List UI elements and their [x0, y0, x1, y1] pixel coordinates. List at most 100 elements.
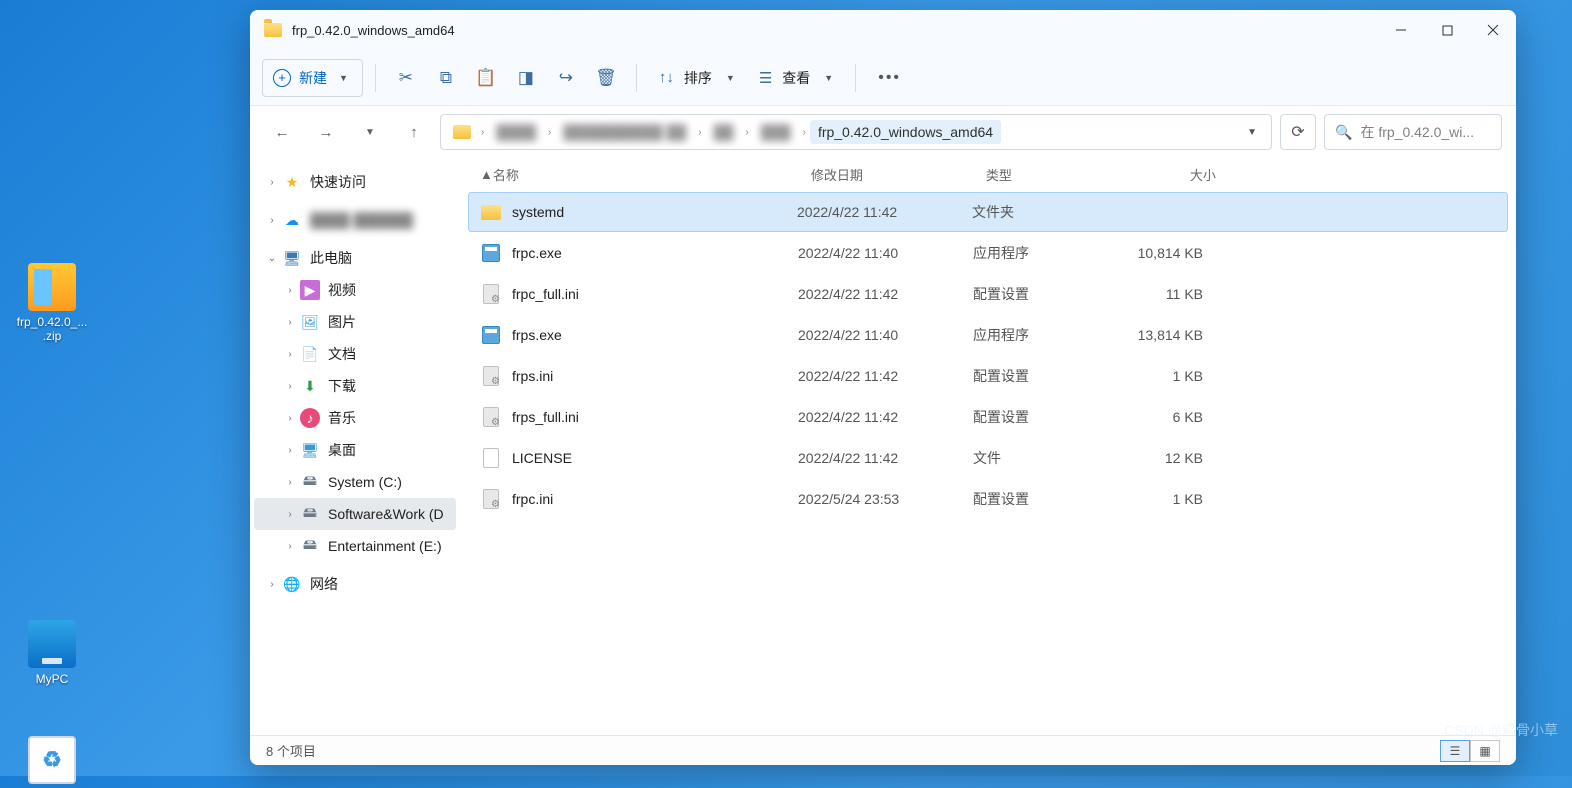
file-date: 2022/4/22 11:40 [798, 327, 973, 343]
copy-icon: ⧉ [440, 68, 452, 88]
chevron-right-icon: › [282, 477, 298, 488]
sidebar-item-drive-e[interactable]: › 🖴 Entertainment (E:) [254, 530, 456, 562]
sidebar-item-onedrive[interactable]: › ☁ ████ ██████ [254, 204, 456, 236]
search-placeholder: 在 frp_0.42.0_wi... [1360, 122, 1474, 142]
paste-button[interactable]: 📋 [468, 59, 504, 97]
clipboard-icon: 📋 [475, 68, 496, 88]
ellipsis-icon: ••• [878, 69, 901, 87]
window-title: frp_0.42.0_windows_amd64 [292, 23, 455, 38]
chevron-down-icon: ▼ [824, 73, 833, 83]
titlebar[interactable]: frp_0.42.0_windows_amd64 [250, 10, 1516, 50]
toolbar: + 新建 ▼ ✂ ⧉ 📋 ◨ ↪ 🗑 ↑↓ 排序 ▼ ☰ 查看 ▼ ••• [250, 50, 1516, 106]
chevron-right-icon: › [282, 541, 298, 552]
drive-icon: 🖴 [300, 472, 320, 492]
file-name: frps_full.ini [512, 409, 798, 425]
rename-button[interactable]: ◨ [508, 59, 544, 97]
file-type-icon [480, 242, 502, 264]
sidebar-label: 视频 [328, 280, 356, 300]
desktop-icon-label: MyPC [12, 672, 92, 686]
file-size: 11 KB [1123, 286, 1223, 302]
file-size: 12 KB [1123, 450, 1223, 466]
file-type-icon [480, 201, 502, 223]
sidebar-item-drive-c[interactable]: › 🖴 System (C:) [254, 466, 456, 498]
file-row[interactable]: systemd2022/4/22 11:42文件夹 [468, 192, 1508, 232]
chevron-right-icon: › [282, 285, 298, 296]
file-date: 2022/4/22 11:42 [798, 450, 973, 466]
tiles-view-button[interactable]: ▦ [1470, 740, 1500, 762]
breadcrumb-segment[interactable]: ██████████ ██ [555, 120, 694, 144]
sidebar-item-network[interactable]: › 🌐 网络 [254, 568, 456, 600]
refresh-button[interactable]: ⟳ [1280, 114, 1316, 150]
desktop-icon-recycle[interactable]: ♻ [12, 736, 92, 788]
rename-icon: ◨ [518, 68, 534, 88]
view-button[interactable]: ☰ 查看 ▼ [749, 59, 843, 97]
chevron-right-icon: › [264, 579, 280, 590]
file-name: frpc_full.ini [512, 286, 798, 302]
cut-button[interactable]: ✂ [388, 59, 424, 97]
breadcrumb-segment[interactable]: ████ [488, 120, 544, 144]
chevron-right-icon: › [282, 317, 298, 328]
copy-button[interactable]: ⧉ [428, 59, 464, 97]
chevron-down-icon[interactable]: ▼ [1239, 127, 1265, 138]
maximize-button[interactable] [1424, 10, 1470, 50]
sidebar-label: 文档 [328, 344, 356, 364]
column-size[interactable]: 大小 [1136, 165, 1236, 184]
sidebar-label: 网络 [310, 574, 338, 594]
sidebar-item-desktop[interactable]: › 🖥 桌面 [254, 434, 456, 466]
desktop-icon-mypc[interactable]: MyPC [12, 620, 92, 686]
file-name: frpc.ini [512, 491, 798, 507]
desktop-icon-zip[interactable]: frp_0.42.0_... .zip [12, 263, 92, 343]
breadcrumb-segment[interactable]: ███ [753, 120, 799, 144]
file-row[interactable]: frps.ini2022/4/22 11:42配置设置1 KB [468, 355, 1508, 396]
file-type-icon [480, 488, 502, 510]
sidebar-item-quick-access[interactable]: › ★ 快速访问 [254, 166, 456, 198]
chevron-right-icon: › [548, 127, 551, 138]
new-button[interactable]: + 新建 ▼ [262, 59, 363, 97]
file-row[interactable]: frpc.ini2022/5/24 23:53配置设置1 KB [468, 478, 1508, 519]
column-name[interactable]: 名称 [493, 165, 811, 184]
sidebar-item-music[interactable]: › ♪ 音乐 [254, 402, 456, 434]
computer-icon [28, 620, 76, 668]
breadcrumb-current[interactable]: frp_0.42.0_windows_amd64 [810, 120, 1001, 144]
folder-icon [453, 125, 471, 139]
file-type-icon [480, 324, 502, 346]
view-label: 查看 [782, 68, 810, 88]
sort-label: 排序 [684, 68, 712, 88]
file-row[interactable]: frps.exe2022/4/22 11:40应用程序13,814 KB [468, 314, 1508, 355]
sidebar-item-pictures[interactable]: › 🖼 图片 [254, 306, 456, 338]
sidebar-item-documents[interactable]: › 📄 文档 [254, 338, 456, 370]
up-button[interactable]: ↑ [396, 114, 432, 150]
file-row[interactable]: frpc.exe2022/4/22 11:40应用程序10,814 KB [468, 232, 1508, 273]
sidebar-item-downloads[interactable]: › ⬇ 下载 [254, 370, 456, 402]
sidebar-item-this-pc[interactable]: ⌄ 🖥 此电脑 [254, 242, 456, 274]
delete-button[interactable]: 🗑 [588, 59, 624, 97]
close-button[interactable] [1470, 10, 1516, 50]
sort-button[interactable]: ↑↓ 排序 ▼ [649, 59, 745, 97]
share-button[interactable]: ↪ [548, 59, 584, 97]
back-button[interactable]: ← [264, 114, 300, 150]
forward-button[interactable]: → [308, 114, 344, 150]
sidebar-label: Entertainment (E:) [328, 538, 442, 554]
file-row[interactable]: LICENSE2022/4/22 11:42文件12 KB [468, 437, 1508, 478]
search-icon: 🔍 [1335, 124, 1352, 141]
recent-button[interactable]: ▼ [352, 114, 388, 150]
details-view-button[interactable]: ☰ [1440, 740, 1470, 762]
address-bar[interactable]: › ████ › ██████████ ██ › ██ › ███ › frp_… [440, 114, 1272, 150]
sidebar-item-videos[interactable]: › ▶ 视频 [254, 274, 456, 306]
sidebar-item-drive-d[interactable]: › 🖴 Software&Work (D [254, 498, 456, 530]
breadcrumb-segment[interactable]: ██ [706, 120, 742, 144]
search-input[interactable]: 🔍 在 frp_0.42.0_wi... [1324, 114, 1502, 150]
view-toggles: ☰ ▦ [1440, 740, 1500, 762]
navigation-row: ← → ▼ ↑ › ████ › ██████████ ██ › ██ › ██… [250, 106, 1516, 158]
video-icon: ▶ [300, 280, 320, 300]
column-date[interactable]: 修改日期 [811, 165, 986, 184]
file-size: 1 KB [1123, 368, 1223, 384]
more-button[interactable]: ••• [868, 59, 911, 97]
file-row[interactable]: frps_full.ini2022/4/22 11:42配置设置6 KB [468, 396, 1508, 437]
sidebar-label: System (C:) [328, 474, 402, 490]
file-date: 2022/4/22 11:40 [798, 245, 973, 261]
file-row[interactable]: frpc_full.ini2022/4/22 11:42配置设置11 KB [468, 273, 1508, 314]
column-type[interactable]: 类型 [986, 165, 1136, 184]
chevron-down-icon: ▼ [339, 73, 348, 83]
minimize-button[interactable] [1378, 10, 1424, 50]
